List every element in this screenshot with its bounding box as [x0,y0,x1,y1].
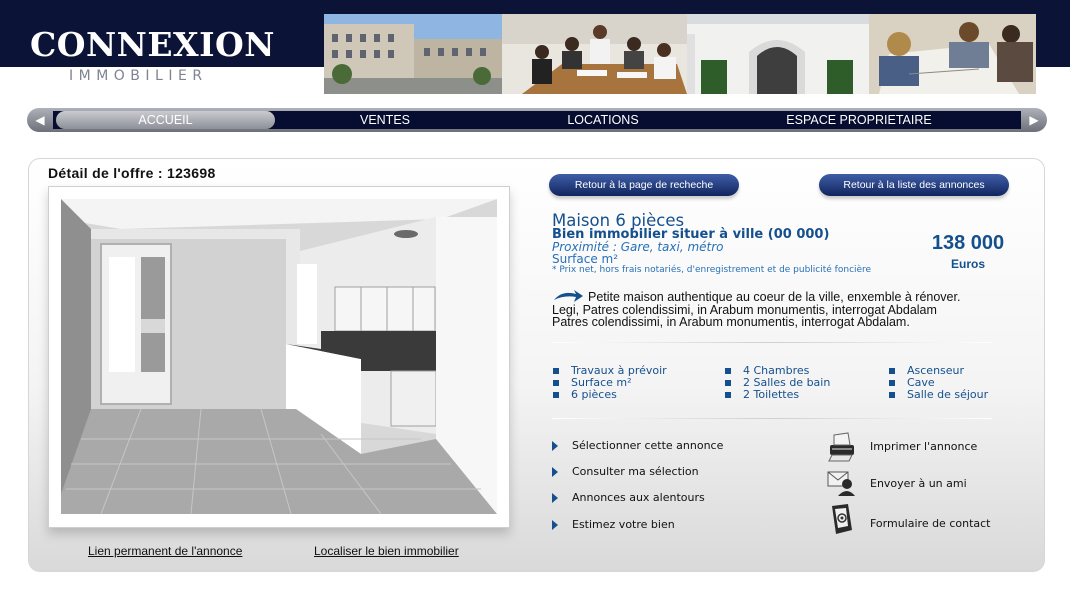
nav-item-locations[interactable]: LOCATIONS [537,111,669,129]
header-right-band [1036,14,1070,67]
header-photo-building [324,14,502,94]
property-price: 138 000 [931,232,1005,254]
feature-list-1: Travaux à prévoir Surface m² 6 pièces [552,365,667,401]
mail-person-icon [827,471,855,496]
feature-item: 2 Toilettes [724,389,830,401]
divider [552,418,992,419]
bullet-square-icon [889,392,895,398]
nav-prev-arrow-icon[interactable]: ◀ [27,108,53,132]
description-line-1: Petite maison authentique au coeur de la… [588,290,961,304]
bullet-square-icon [553,392,559,398]
arrow-right-icon [552,520,558,530]
price-note: * Prix net, hors frais notariés, d'enreg… [552,265,872,275]
bullet-square-icon [553,380,559,386]
bullet-square-icon [889,368,895,374]
header-photo-meeting [502,14,687,94]
header-photo-planning [869,14,1036,94]
nav-next-arrow-icon[interactable]: ▶ [1021,108,1047,132]
header-photo-entrance [687,14,869,94]
property-photo-frame [48,186,510,528]
property-description: Petite maison authentique au coeur de la… [552,291,1007,329]
property-surface: Surface m² [552,252,619,266]
header-band [0,0,1070,14]
bullet-square-icon [553,368,559,374]
nav-item-accueil[interactable]: ACCUEIL [56,111,275,129]
permalink-link[interactable]: Lien permanent de l'annonce [88,544,242,558]
divider [552,342,992,343]
arrow-right-icon [552,493,558,503]
offer-heading: Détail de l'offre : 123698 [48,165,216,181]
back-to-list-button[interactable]: Retour à la liste des annonces [819,174,1009,196]
locate-property-link[interactable]: Localiser le bien immobilier [314,544,459,558]
bullet-square-icon [725,380,731,386]
nav-item-ventes[interactable]: VENTES [327,111,443,129]
bullet-square-icon [889,380,895,386]
feature-item: Ascenseur [888,365,988,377]
description-line-3: Patres colendissimi, in Arabum monumenti… [552,315,910,329]
feature-list-3: Ascenseur Cave Salle de séjour [888,365,988,401]
feature-list-2: 4 Chambres 2 Salles de bain 2 Toilettes [724,365,830,401]
price-currency: Euros [950,257,985,271]
contact-form-icon [832,504,852,534]
feature-item: Salle de séjour [888,389,988,401]
printer-icon [828,432,854,462]
bullet-square-icon [725,368,731,374]
logo-tagline: IMMOBILIER [69,68,208,84]
arrow-right-icon [552,467,558,477]
bullet-square-icon [725,392,731,398]
nav-item-espace-proprietaire[interactable]: ESPACE PROPRIETAIRE [767,111,951,129]
property-photo[interactable] [61,199,497,514]
back-to-search-button[interactable]: Retour à la page de recheche [549,174,739,196]
logo-name[interactable]: CONNEXION [30,26,275,64]
arrow-right-icon [552,441,558,451]
main-nav: ◀ ▶ ACCUEIL VENTES LOCATIONS ESPACE PROP… [27,108,1047,132]
feature-item: 6 pièces [552,389,667,401]
